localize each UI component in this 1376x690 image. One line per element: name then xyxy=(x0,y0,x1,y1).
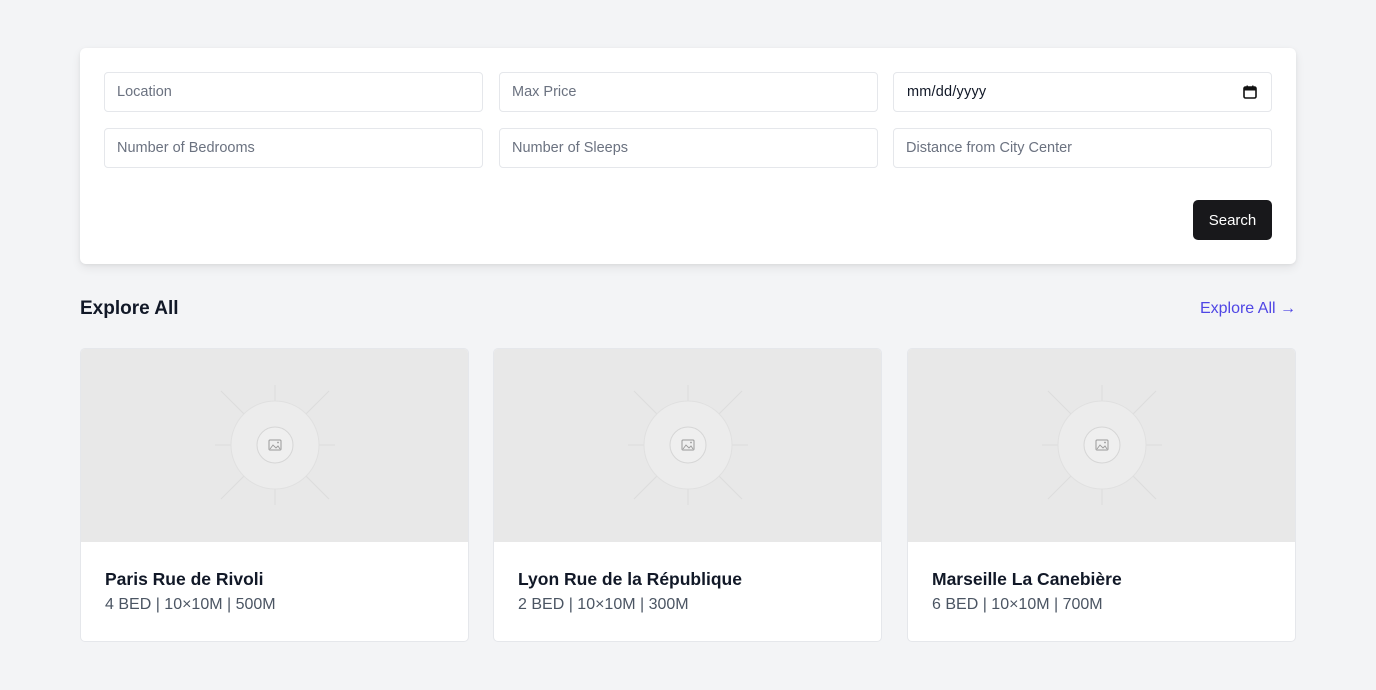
explore-all-link[interactable]: Explore All → xyxy=(1200,300,1296,318)
max-price-input[interactable] xyxy=(499,72,878,112)
listing-title: Paris Rue de Rivoli xyxy=(105,569,264,589)
bedrooms-input[interactable] xyxy=(104,128,483,168)
listing-meta: 2 BED | 10×10M | 300M xyxy=(518,596,689,613)
distance-input[interactable] xyxy=(893,128,1272,168)
listing-card[interactable]: Marseille La Canebière 6 BED | 10×10M | … xyxy=(907,348,1296,642)
calendar-icon[interactable] xyxy=(1243,85,1257,99)
listing-meta: 4 BED | 10×10M | 500M xyxy=(105,596,276,613)
location-input[interactable] xyxy=(104,72,483,112)
listing-title: Lyon Rue de la République xyxy=(518,569,742,589)
listing-title: Marseille La Canebière xyxy=(932,569,1122,589)
sleeps-input[interactable] xyxy=(499,128,878,168)
image-placeholder-icon xyxy=(215,385,335,505)
listing-card[interactable]: Lyon Rue de la République 2 BED | 10×10M… xyxy=(493,348,882,642)
section-title: Explore All xyxy=(80,298,179,319)
listing-image xyxy=(494,349,881,542)
listing-image xyxy=(81,349,468,542)
listing-meta: 6 BED | 10×10M | 700M xyxy=(932,596,1103,613)
image-placeholder-icon xyxy=(1042,385,1162,505)
search-panel: mm/dd/yyyy Search xyxy=(80,48,1296,264)
image-placeholder-icon xyxy=(628,385,748,505)
search-button[interactable]: Search xyxy=(1193,200,1272,240)
listing-image xyxy=(908,349,1295,542)
listing-grid: Paris Rue de Rivoli 4 BED | 10×10M | 500… xyxy=(80,348,1296,642)
date-input[interactable]: mm/dd/yyyy xyxy=(893,72,1272,112)
listing-card[interactable]: Paris Rue de Rivoli 4 BED | 10×10M | 500… xyxy=(80,348,469,642)
date-input-placeholder: mm/dd/yyyy xyxy=(907,84,987,100)
